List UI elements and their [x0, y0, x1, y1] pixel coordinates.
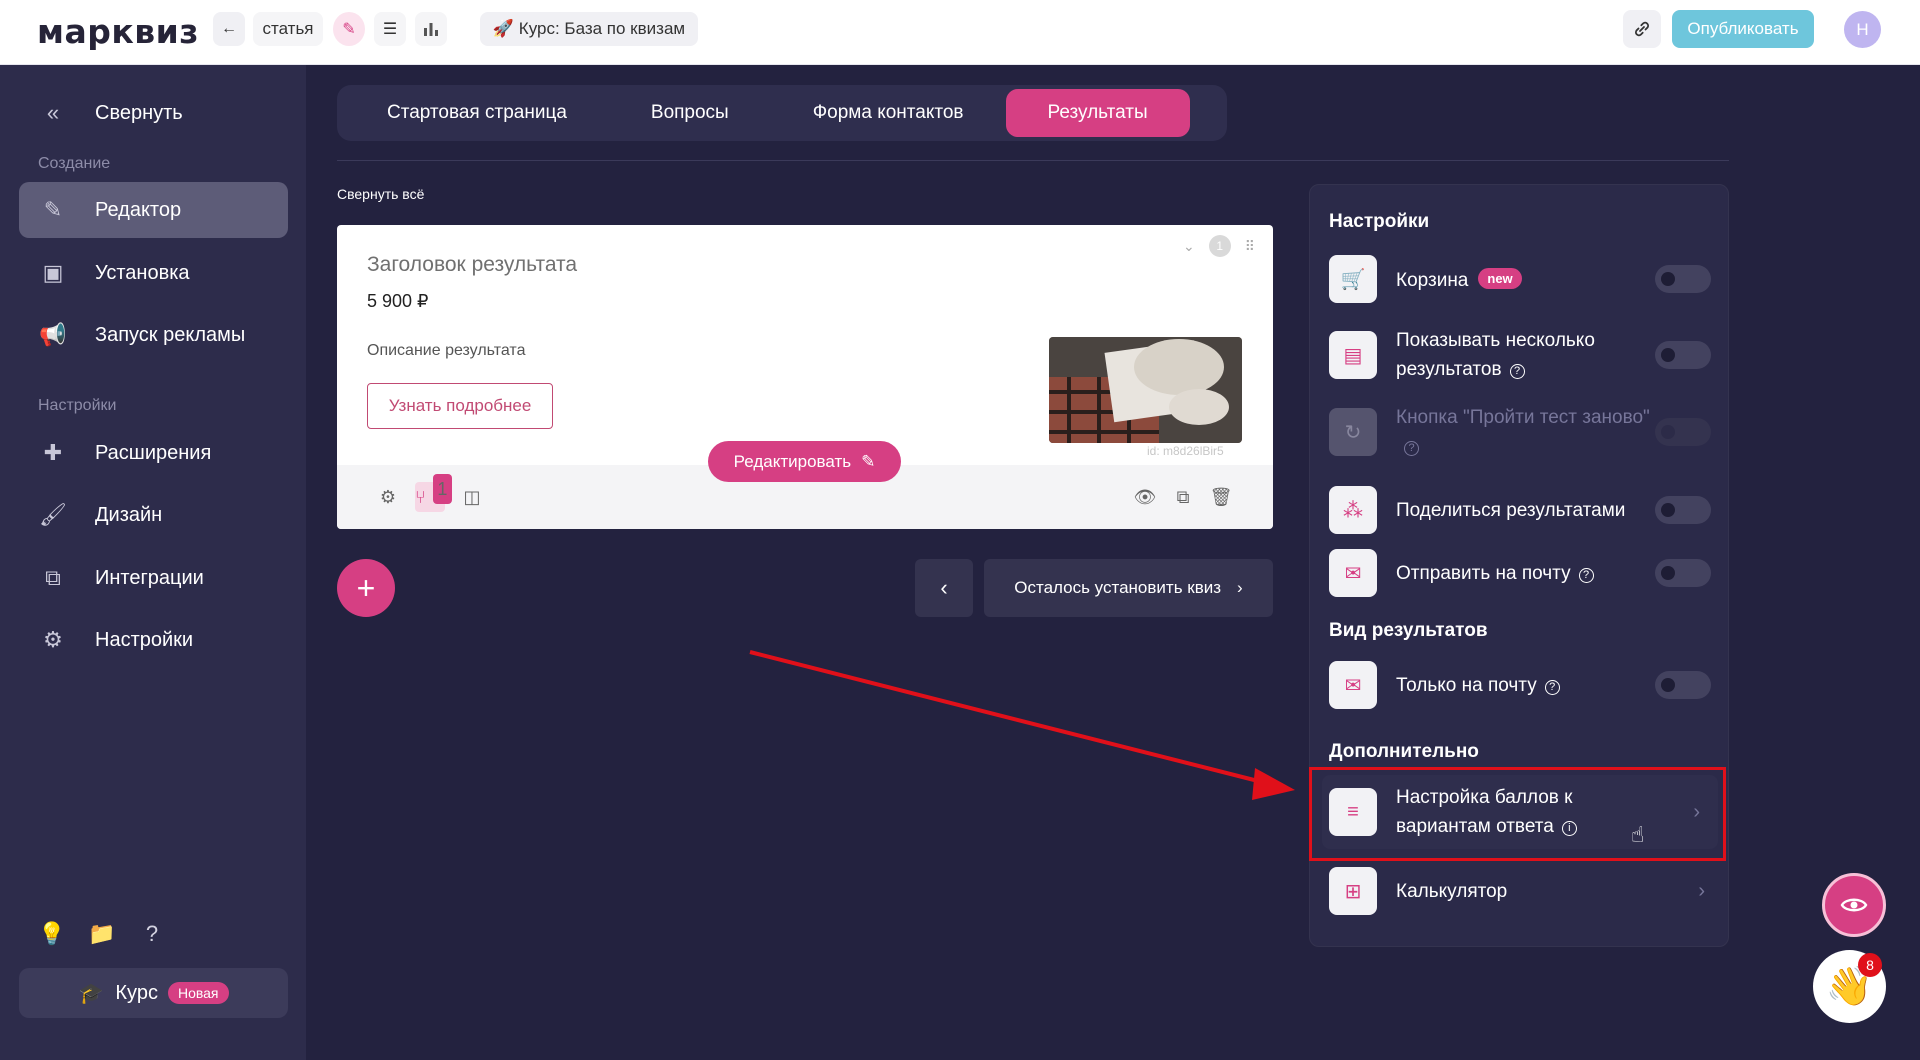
annotation-arrow — [749, 650, 1295, 800]
hand-cursor-icon: ☝ — [1631, 822, 1645, 847]
notification-count: 8 — [1858, 953, 1882, 977]
eye-icon — [1840, 898, 1868, 912]
support-button[interactable]: 👋 8 — [1813, 950, 1886, 1023]
preview-button[interactable] — [1822, 873, 1886, 937]
highlight-box — [1309, 767, 1726, 861]
